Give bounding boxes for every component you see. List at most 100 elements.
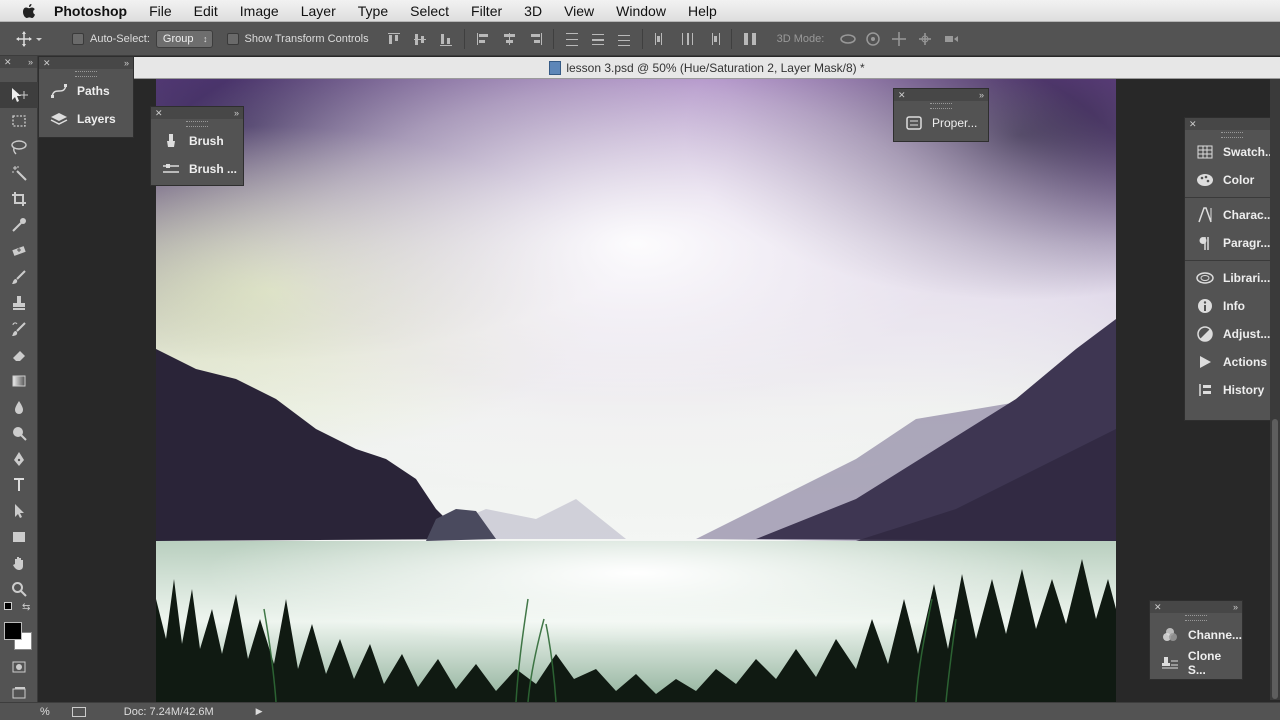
document-tab[interactable]: lesson 3.psd @ 50% (Hue/Saturation 2, La… xyxy=(134,57,1280,79)
panel-item-adjustments[interactable]: Adjust... xyxy=(1185,320,1279,348)
crop-tool[interactable] xyxy=(0,186,38,212)
panel-header: ✕» xyxy=(1150,601,1242,613)
expand-icon[interactable]: » xyxy=(234,107,239,119)
auto-align-icon[interactable] xyxy=(742,31,758,47)
eraser-tool[interactable] xyxy=(0,342,38,368)
panel-item-character[interactable]: Charac... xyxy=(1185,201,1279,229)
panel-item-color[interactable]: Color xyxy=(1185,166,1279,194)
auto-select-dropdown[interactable]: Group xyxy=(155,29,213,48)
distribute-vcenter-icon[interactable] xyxy=(590,31,606,47)
close-icon[interactable]: ✕ xyxy=(4,56,12,68)
history-brush-tool[interactable] xyxy=(0,316,38,342)
3d-scale-icon[interactable] xyxy=(943,31,959,47)
clone-stamp-tool[interactable] xyxy=(0,290,38,316)
close-icon[interactable]: ✕ xyxy=(898,89,906,101)
align-vertical-center-icon[interactable] xyxy=(412,31,428,47)
eyedropper-tool[interactable] xyxy=(0,212,38,238)
3d-roll-icon[interactable] xyxy=(865,31,881,47)
panel-item-properties[interactable]: Proper... xyxy=(894,109,988,137)
document-image[interactable] xyxy=(156,79,1116,702)
panel-item-channels[interactable]: Channe... xyxy=(1150,621,1242,649)
panel-item-actions[interactable]: Actions xyxy=(1185,348,1279,376)
distribute-bottom-icon[interactable] xyxy=(616,31,632,47)
panel-item-libraries[interactable]: Librari... xyxy=(1185,264,1279,292)
menu-type[interactable]: Type xyxy=(347,0,399,22)
magic-wand-tool[interactable] xyxy=(0,160,38,186)
close-icon[interactable]: ✕ xyxy=(1154,601,1162,613)
dodge-tool[interactable] xyxy=(0,420,38,446)
marquee-tool[interactable] xyxy=(0,108,38,134)
menu-help[interactable]: Help xyxy=(677,0,728,22)
close-icon[interactable]: ✕ xyxy=(43,57,51,69)
expand-icon[interactable]: » xyxy=(28,56,33,68)
rectangle-tool[interactable] xyxy=(0,524,38,550)
panel-item-paragraph[interactable]: Paragr... xyxy=(1185,229,1279,257)
panel-item-history[interactable]: History xyxy=(1185,376,1279,404)
menu-filter[interactable]: Filter xyxy=(460,0,513,22)
distribute-top-icon[interactable] xyxy=(564,31,580,47)
type-tool[interactable] xyxy=(0,472,38,498)
auto-select-label: Auto-Select: xyxy=(90,32,150,45)
brush-presets-icon xyxy=(161,160,181,178)
move-tool[interactable] xyxy=(0,82,38,108)
pen-tool[interactable] xyxy=(0,446,38,472)
menu-3d[interactable]: 3D xyxy=(513,0,553,22)
default-colors-icon[interactable] xyxy=(4,602,12,610)
panel-item-info[interactable]: Info xyxy=(1185,292,1279,320)
expand-icon[interactable]: » xyxy=(1233,601,1238,613)
menu-view[interactable]: View xyxy=(553,0,605,22)
hand-tool[interactable] xyxy=(0,550,38,576)
blur-tool[interactable] xyxy=(0,394,38,420)
align-left-icon[interactable] xyxy=(475,31,491,47)
panel-item-label: Librari... xyxy=(1223,271,1271,285)
distribute-left-icon[interactable] xyxy=(653,31,669,47)
transform-controls-checkbox[interactable] xyxy=(226,32,239,45)
magic-wand-icon xyxy=(12,166,27,181)
3d-slide-icon[interactable] xyxy=(917,31,933,47)
distribute-hcenter-icon[interactable] xyxy=(679,31,695,47)
apple-icon[interactable] xyxy=(20,3,38,18)
swap-colors-icon[interactable]: ⇆ xyxy=(22,602,30,613)
menu-select[interactable]: Select xyxy=(399,0,460,22)
menu-app-name[interactable]: Photoshop xyxy=(54,0,138,22)
hand-icon xyxy=(13,557,23,570)
align-top-icon[interactable] xyxy=(386,31,402,47)
align-bottom-icon[interactable] xyxy=(438,31,454,47)
zoom-level[interactable]: % xyxy=(40,706,50,718)
align-horizontal-center-icon[interactable] xyxy=(501,31,517,47)
menu-image[interactable]: Image xyxy=(229,0,290,22)
export-icon[interactable] xyxy=(71,706,86,717)
menu-window[interactable]: Window xyxy=(605,0,677,22)
healing-brush-tool[interactable] xyxy=(0,238,38,264)
auto-select-checkbox[interactable] xyxy=(72,32,84,45)
foreground-color-swatch[interactable] xyxy=(4,622,22,640)
close-icon[interactable]: ✕ xyxy=(155,107,163,119)
distribute-right-icon[interactable] xyxy=(705,31,721,47)
panel-item-brush-presets[interactable]: Brush ... xyxy=(151,155,243,183)
path-selection-tool[interactable] xyxy=(0,498,38,524)
status-menu-arrow-icon[interactable]: ▶ xyxy=(256,706,263,717)
lasso-tool[interactable] xyxy=(0,134,38,160)
menu-layer[interactable]: Layer xyxy=(290,0,347,22)
vertical-scrollbar[interactable] xyxy=(1270,79,1280,700)
3d-rotate-icon[interactable] xyxy=(839,31,857,47)
swatches-icon xyxy=(1195,143,1215,161)
gradient-tool[interactable] xyxy=(0,368,38,394)
expand-icon[interactable]: » xyxy=(124,57,129,69)
3d-pan-icon[interactable] xyxy=(891,31,907,47)
move-tool-preset-button[interactable] xyxy=(16,26,62,52)
panel-item-swatches[interactable]: Swatch... xyxy=(1185,138,1279,166)
align-right-icon[interactable] xyxy=(527,31,543,47)
brush-tool[interactable] xyxy=(0,264,38,290)
panel-item-clone-source[interactable]: Clone S... xyxy=(1150,649,1242,677)
zoom-tool[interactable] xyxy=(0,576,38,602)
menu-file[interactable]: File xyxy=(138,0,183,22)
expand-icon[interactable]: » xyxy=(979,89,984,101)
panel-item-paths[interactable]: Paths xyxy=(39,77,133,105)
quick-mask-button[interactable] xyxy=(0,654,38,680)
menu-edit[interactable]: Edit xyxy=(183,0,229,22)
panel-item-brush[interactable]: Brush xyxy=(151,127,243,155)
panel-item-layers[interactable]: Layers xyxy=(39,105,133,133)
scrollbar-thumb[interactable] xyxy=(1272,419,1278,699)
close-icon[interactable]: ✕ xyxy=(1189,118,1197,130)
